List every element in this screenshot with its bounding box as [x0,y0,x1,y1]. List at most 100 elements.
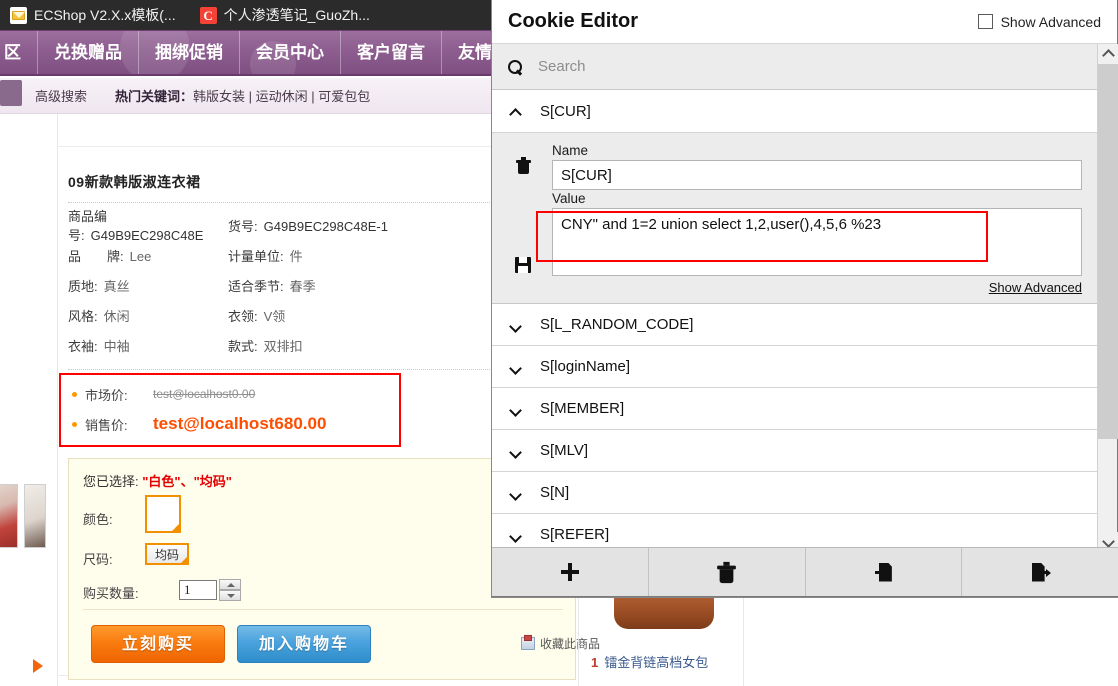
nav-item-1[interactable]: 兑换赠品 [38,31,139,74]
check-icon [179,555,189,565]
quantity-stepper[interactable] [219,579,241,601]
price-highlight-box [59,373,401,447]
related-product-caption[interactable]: 1 镭金背链高档女包 [591,652,708,671]
page-title: 09新款韩版淑连衣裙 [68,174,201,190]
attr-value: Lee [129,248,152,264]
divider [68,369,502,370]
attr-value: 中袖 [103,338,130,354]
scroll-up-arrow-icon[interactable] [1098,44,1118,64]
quantity-decrement[interactable] [219,590,241,601]
add-cookie-button[interactable] [492,548,649,596]
product-thumbnail[interactable] [0,484,18,548]
browser-tab-0[interactable]: ECShop V2.X.x模板(... [0,0,188,30]
cookie-search-bar[interactable]: Search [492,44,1117,90]
quantity-label: 购买数量: [83,586,139,601]
cookie-name: S[MEMBER] [540,400,625,417]
attr-label: 衣袖: [68,338,98,354]
related-rank: 1 [591,655,599,670]
chevron-up-icon[interactable] [510,106,522,118]
show-advanced-checkbox[interactable] [977,14,993,29]
cookie-name-input[interactable] [552,160,1082,190]
nav-item-4[interactable]: 客户留言 [341,31,442,74]
search-input[interactable]: Search [538,58,586,75]
attr-value: 双排扣 [263,338,303,354]
export-cookies-button[interactable] [962,548,1118,596]
cookie-list-item[interactable]: S[loginName] [492,346,1098,388]
chosen-values: "白色"、"均码" [142,474,232,489]
cookie-value-textarea[interactable] [552,208,1082,276]
keyword-link-2[interactable]: 可爱包包 [318,89,370,104]
attr-label: 计量单位: [228,248,284,264]
chevron-down-icon[interactable] [510,403,522,415]
hot-keywords: 热门关键词：韩版女装 | 运动休闲 | 可爱包包 [115,86,370,105]
browser-tab-1[interactable]: C 个人渗透笔记_GuoZh... [188,0,382,30]
cookie-name: S[L_RANDOM_CODE] [540,316,694,333]
add-to-cart-button[interactable]: 加入购物车 [237,625,371,663]
cookie-list-item[interactable]: S[MEMBER] [492,388,1098,430]
kw-sep: | [245,89,256,104]
trash-icon[interactable] [515,157,531,174]
plus-icon [560,563,579,581]
cookie-editor-toolbar [492,547,1118,596]
cookie-list-item[interactable]: S[MLV] [492,430,1098,472]
product-thumbnail[interactable] [24,484,46,548]
attr-label: 款式: [228,338,258,354]
size-label: 尺码: [83,552,113,567]
attr-value: 春季 [289,278,316,294]
size-option-onesize[interactable]: 均码 [145,543,189,565]
attr-label: 货号: [228,218,258,234]
cookie-detail-actions [508,143,538,295]
divider [68,202,502,203]
cookie-list-item[interactable]: S[L_RANDOM_CODE] [492,304,1098,346]
import-cookies-button[interactable] [806,548,963,596]
chevron-down-icon[interactable] [510,319,522,331]
cookie-name: S[N] [540,484,570,501]
show-advanced-toggle[interactable]: Show Advanced [977,13,1101,30]
mail-icon [10,6,27,24]
chevron-down-icon[interactable] [510,487,522,499]
hot-keywords-label: 热门关键词： [115,89,194,104]
nav-item-0[interactable]: 区 [0,31,38,74]
attr-label: 风格: [68,308,98,324]
quantity-input[interactable]: 1 [179,580,217,600]
show-advanced-label: Show Advanced [1000,13,1101,30]
nav-item-3[interactable]: 会员中心 [240,31,341,74]
check-mark-icon: ✓ [171,522,179,532]
quantity-increment[interactable] [219,579,241,590]
nav-item-2[interactable]: 捆绑促销 [139,31,240,74]
attr-label: 适合季节: [228,278,284,294]
attr-value: 真丝 [103,278,130,294]
keyword-link-1[interactable]: 运动休闲 [256,89,308,104]
search-button[interactable] [0,80,22,106]
cookie-detail-editor: Name Value Show Advanced [492,133,1098,304]
cookie-list-scrollbar[interactable] [1097,44,1118,552]
name-field-label: Name [552,143,589,158]
cookie-editor-header: Cookie Editor Show Advanced [492,0,1117,44]
cookie-name: S[REFER] [540,526,610,543]
buy-now-button[interactable]: 立刻购买 [91,625,225,663]
next-thumbnail-arrow-icon[interactable] [33,659,43,673]
scrollbar-thumb[interactable] [1098,64,1118,439]
advanced-search-link[interactable]: 高级搜索 [35,86,87,105]
cookie-list-item-expanded[interactable]: S[CUR] [492,91,1098,133]
save-icon[interactable] [515,257,531,273]
file-import-icon [874,562,892,582]
delete-all-cookies-button[interactable] [649,548,806,596]
table-row: 风格: 休闲 衣领: V领 [68,300,508,330]
product-thumbnail-column [0,114,58,686]
show-advanced-link[interactable]: Show Advanced [552,280,1082,295]
chevron-down-icon[interactable] [510,529,522,541]
csdn-icon: C [199,6,217,24]
cookie-name: S[CUR] [540,103,591,120]
cookie-editor-title: Cookie Editor [508,10,639,32]
attr-value: 件 [289,248,303,264]
attr-value: G49B9EC298C48E-1 [263,218,388,234]
product-attributes: 商品编号: G49B9EC298C48E 货号: G49B9EC298C48E-1 … [68,209,508,360]
color-swatch-white[interactable]: ✓ [145,495,181,533]
chevron-down-icon[interactable] [510,445,522,457]
attr-label: 衣领: [228,308,258,324]
cookie-list-item[interactable]: S[N] [492,472,1098,514]
chevron-down-icon[interactable] [510,361,522,373]
favorite-icon [521,635,535,650]
keyword-link-0[interactable]: 韩版女装 [193,89,245,104]
